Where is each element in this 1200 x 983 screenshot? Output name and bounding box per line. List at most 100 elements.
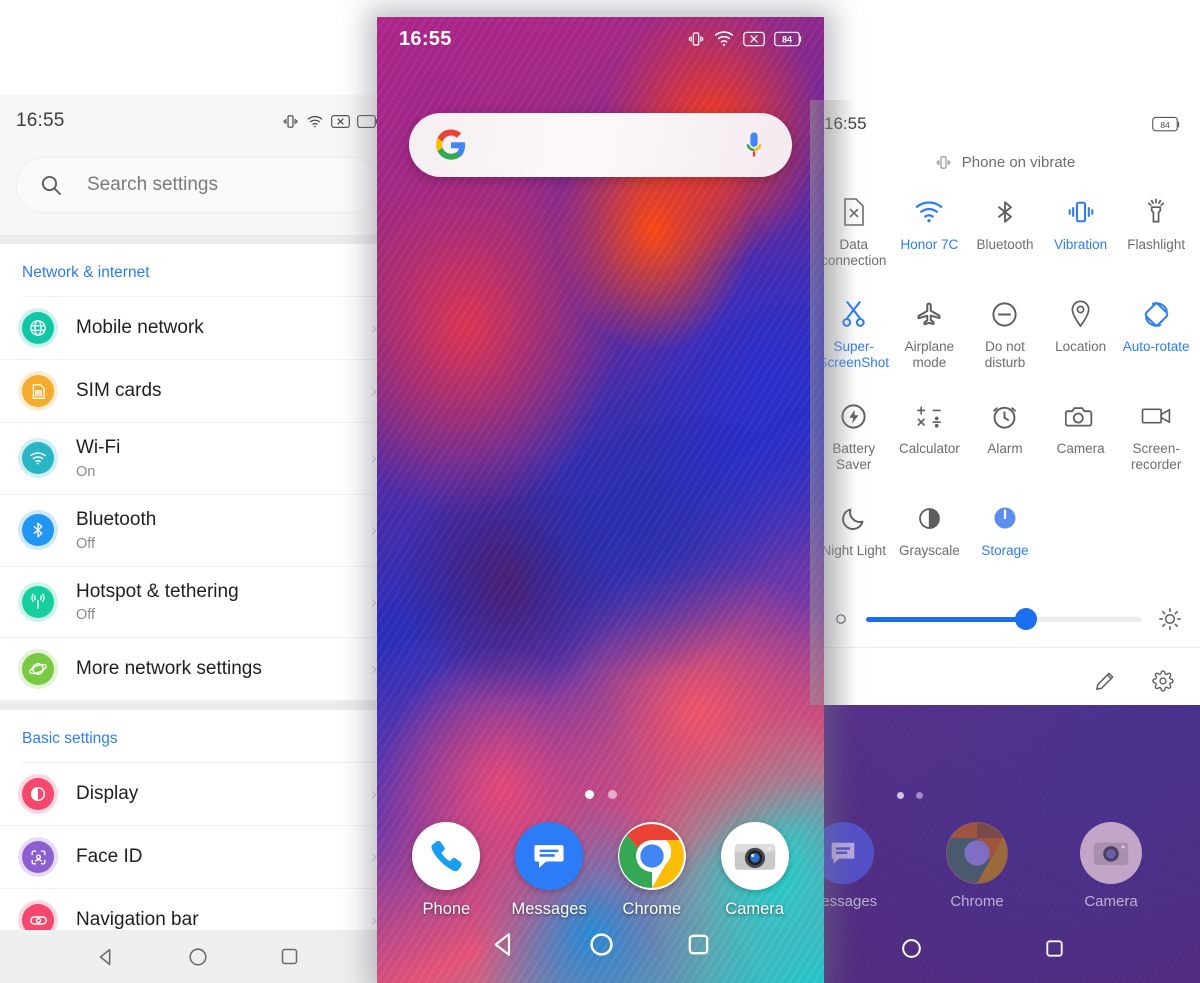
qs-label: Screen-recorder bbox=[1131, 441, 1182, 472]
sim-card-icon bbox=[22, 375, 54, 407]
settings-row-bluetooth[interactable]: Bluetooth Off › bbox=[0, 495, 395, 567]
row-text: SIM cards bbox=[76, 380, 349, 403]
settings-row-mobile-network[interactable]: Mobile network › bbox=[0, 297, 395, 360]
recents-icon[interactable] bbox=[1043, 937, 1066, 960]
vibrate-icon bbox=[1066, 195, 1096, 229]
page-dot-1[interactable] bbox=[584, 790, 594, 799]
qs-label: Camera bbox=[1056, 441, 1105, 456]
settings-row-hotspot[interactable]: Hotspot & tethering Off › bbox=[0, 567, 395, 639]
face-id-icon bbox=[22, 841, 54, 874]
page-dot-2[interactable] bbox=[607, 790, 617, 799]
qs-tile-auto-rotate[interactable]: Auto-rotate bbox=[1118, 287, 1194, 385]
recents-icon[interactable] bbox=[279, 946, 300, 967]
airplane-icon bbox=[915, 297, 943, 331]
settings-row-face-id[interactable]: Face ID › bbox=[0, 826, 395, 890]
qs-label: Alarm bbox=[987, 441, 1023, 456]
home-status-bar: 16:55 84 bbox=[377, 17, 824, 61]
settings-row-wifi[interactable]: Wi-Fi On › bbox=[0, 423, 395, 495]
qs-tile-alarm[interactable]: Alarm bbox=[967, 389, 1043, 487]
microphone-icon[interactable] bbox=[742, 131, 766, 159]
row-title: Wi-Fi bbox=[76, 437, 121, 458]
qs-tile-do-not-disturb[interactable]: Do not disturb bbox=[967, 287, 1043, 385]
brightness-icon bbox=[22, 778, 54, 811]
no-sim-icon bbox=[841, 195, 867, 229]
qs-label: Do not disturb bbox=[984, 339, 1026, 370]
row-text: Hotspot & tethering Off bbox=[76, 581, 349, 624]
settings-status-bar: 16:55 bbox=[0, 95, 395, 147]
home-icon[interactable] bbox=[187, 946, 209, 968]
brightness-slider-row bbox=[810, 593, 1200, 648]
qs-tile-airplane-mode[interactable]: Airplane mode bbox=[892, 287, 968, 385]
row-value: Off bbox=[76, 607, 96, 624]
status-bar-system-icons: 84 bbox=[687, 30, 804, 48]
settings-row-more-network[interactable]: More network settings › bbox=[0, 638, 395, 702]
qs-tile-camera[interactable]: Camera bbox=[1043, 389, 1119, 487]
qs-tile-flashlight[interactable]: Flashlight bbox=[1118, 185, 1194, 283]
gear-icon[interactable] bbox=[1152, 670, 1174, 692]
flashlight-icon bbox=[1143, 195, 1169, 229]
qs-tile-wifi[interactable]: Honor 7C bbox=[892, 185, 968, 283]
qs-tile-data-connection[interactable]: Data connection bbox=[816, 185, 892, 283]
no-sim-icon bbox=[331, 114, 350, 129]
qs-label: Super-ScreenShot bbox=[818, 339, 890, 370]
qs-tile-storage[interactable]: Storage bbox=[967, 491, 1043, 589]
row-value: On bbox=[76, 463, 96, 480]
back-icon[interactable] bbox=[489, 930, 518, 959]
qs-label: Location bbox=[1055, 339, 1107, 354]
qs-label: Calculator bbox=[899, 441, 960, 456]
section-divider bbox=[0, 701, 395, 711]
dock-item-chrome[interactable]: Chrome bbox=[931, 822, 1023, 910]
no-sim-icon bbox=[743, 31, 765, 47]
search-input[interactable]: Search settings bbox=[16, 157, 379, 213]
qs-tile-location[interactable]: Location bbox=[1043, 287, 1119, 385]
qs-tile-empty-2 bbox=[1118, 491, 1194, 589]
brightness-slider-knob[interactable] bbox=[1015, 608, 1038, 630]
brightness-slider[interactable] bbox=[866, 608, 1142, 630]
row-title: SIM cards bbox=[76, 379, 162, 401]
wifi-icon bbox=[914, 195, 944, 229]
screen-recorder-icon bbox=[1141, 399, 1172, 433]
wifi-icon bbox=[306, 113, 324, 130]
qs-tile-night-light[interactable]: Night Light bbox=[816, 491, 892, 589]
qs-label: Flashlight bbox=[1127, 237, 1186, 252]
qs-tile-grayscale[interactable]: Grayscale bbox=[892, 491, 968, 589]
row-text: More network settings bbox=[76, 658, 349, 681]
qs-label: Grayscale bbox=[899, 543, 960, 558]
qs-tile-vibration[interactable]: Vibration bbox=[1043, 185, 1119, 283]
qs-tile-bluetooth[interactable]: Bluetooth bbox=[967, 185, 1043, 283]
brightness-slider-fill bbox=[866, 616, 1027, 622]
settings-row-display[interactable]: Display › bbox=[0, 763, 395, 827]
home-icon[interactable] bbox=[899, 936, 924, 961]
svg-text:84: 84 bbox=[1160, 119, 1170, 129]
qs-label: Auto-rotate bbox=[1122, 339, 1190, 354]
globe-icon bbox=[22, 312, 54, 344]
qs-tile-calculator[interactable]: Calculator bbox=[892, 389, 968, 487]
qs-tile-screen-recorder[interactable]: Screen-recorder bbox=[1118, 389, 1194, 487]
vibrate-icon bbox=[935, 154, 952, 171]
qs-tile-super-screenshot[interactable]: Super-ScreenShot bbox=[816, 287, 892, 385]
settings-row-sim-cards[interactable]: SIM cards › bbox=[0, 360, 395, 423]
pencil-icon[interactable] bbox=[1094, 670, 1116, 692]
back-icon[interactable] bbox=[95, 946, 117, 968]
qs-tile-battery-saver[interactable]: Battery Saver bbox=[816, 389, 892, 487]
search-icon bbox=[39, 173, 63, 197]
home-icon[interactable] bbox=[587, 930, 616, 959]
hotspot-icon bbox=[22, 585, 54, 618]
calculator-icon bbox=[914, 399, 945, 433]
settings-navigation-bar bbox=[0, 930, 395, 983]
search-placeholder: Search settings bbox=[87, 174, 218, 195]
dock-item-camera[interactable]: Camera bbox=[1065, 822, 1157, 910]
battery-saver-icon bbox=[839, 399, 868, 433]
recents-icon[interactable] bbox=[685, 931, 712, 958]
settings-search-container: Search settings bbox=[0, 147, 395, 235]
row-text: Bluetooth Off bbox=[76, 509, 349, 552]
page-dot-1[interactable] bbox=[897, 792, 904, 799]
page-dot-2[interactable] bbox=[916, 792, 923, 799]
status-bar-clock: 16:55 bbox=[824, 114, 867, 133]
google-search-widget[interactable] bbox=[409, 113, 792, 177]
ringer-status: Phone on vibrate bbox=[810, 148, 1200, 185]
row-title: Bluetooth bbox=[76, 508, 157, 530]
battery-icon: 84 bbox=[1152, 116, 1182, 133]
qs-label: Airplane mode bbox=[904, 339, 955, 370]
qs-label: Storage bbox=[981, 543, 1029, 558]
